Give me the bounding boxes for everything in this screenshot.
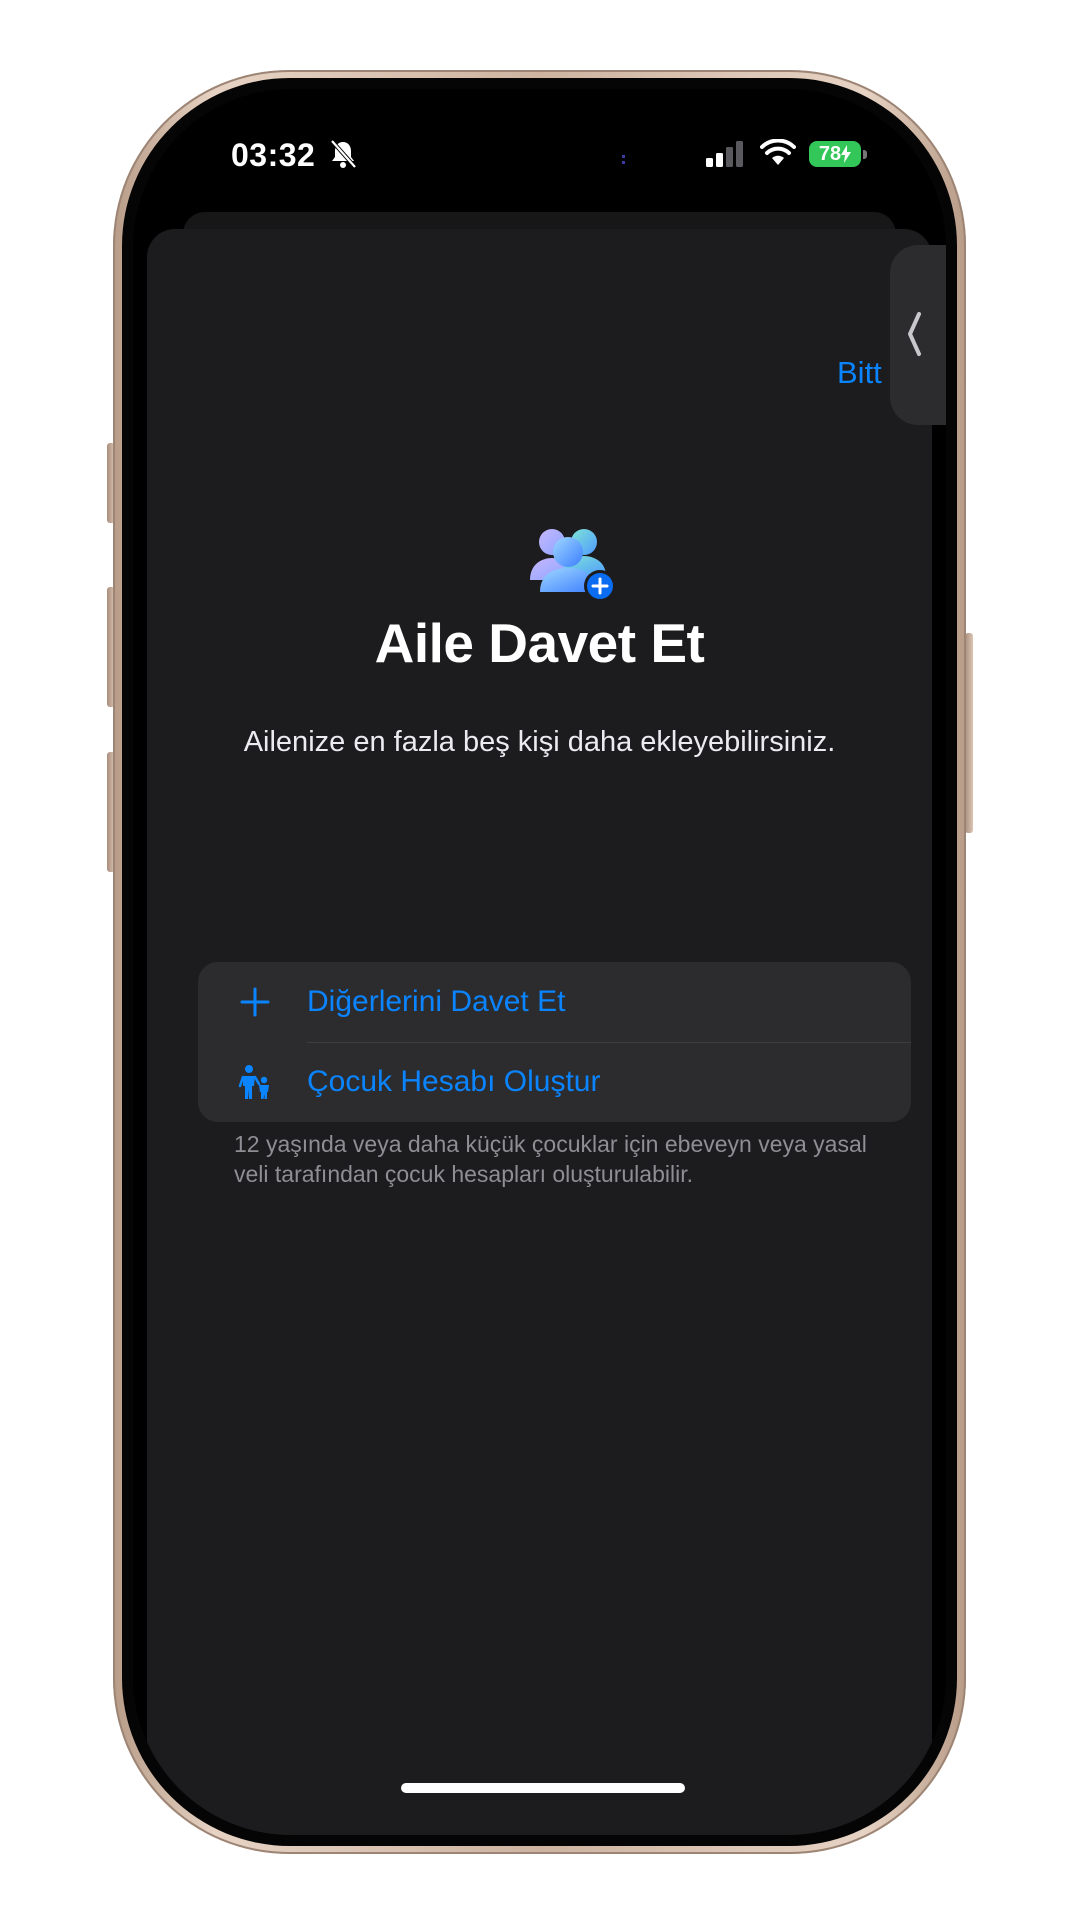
battery-cap: [863, 150, 867, 159]
done-button[interactable]: Bitt: [837, 355, 882, 391]
chevron-left-icon: [908, 312, 921, 356]
page-subtitle: Ailenize en fazla beş kişi daha ekleyebi…: [243, 726, 836, 758]
phone-screen: 03:32 78 Bitt Aile Davet Et Ailenize en …: [133, 89, 946, 1835]
create-child-account-row[interactable]: Çocuk Hesabı Oluştur: [198, 1042, 911, 1122]
page-title: Aile Davet Et: [374, 612, 705, 674]
plus-icon: [240, 987, 270, 1017]
side-panel-handle[interactable]: [890, 245, 946, 425]
bell-slash-icon: [330, 139, 357, 169]
battery-level: 78: [818, 142, 842, 165]
footnote: 12 yaşında veya daha küçük çocuklar için…: [234, 1131, 867, 1187]
options-group: Diğerlerini Davet Et Çocuk Hesabı Oluştu…: [198, 962, 911, 1122]
power-button: [965, 633, 973, 833]
status-time: 03:32: [231, 137, 316, 173]
charging-bolt-icon: [841, 145, 852, 163]
home-indicator[interactable]: [401, 1783, 685, 1793]
invite-family-sheet: Bitt Aile Davet Et Ailenize en fazla beş…: [147, 229, 932, 1835]
cellular-signal-icon: [706, 141, 743, 167]
camera-indicator-icon: [622, 155, 625, 164]
wifi-icon: [760, 139, 796, 165]
invite-others-row[interactable]: Diğerlerini Davet Et: [198, 962, 911, 1042]
battery-indicator: 78: [809, 141, 861, 167]
create-child-account-label: Çocuk Hesabı Oluştur: [307, 1065, 601, 1098]
invite-others-label: Diğerlerini Davet Et: [307, 985, 566, 1018]
parent-child-icon: [238, 1065, 269, 1099]
family-add-icon: [530, 529, 616, 602]
stage: 03:32 78 Bitt Aile Davet Et Ailenize en …: [0, 0, 1080, 1920]
